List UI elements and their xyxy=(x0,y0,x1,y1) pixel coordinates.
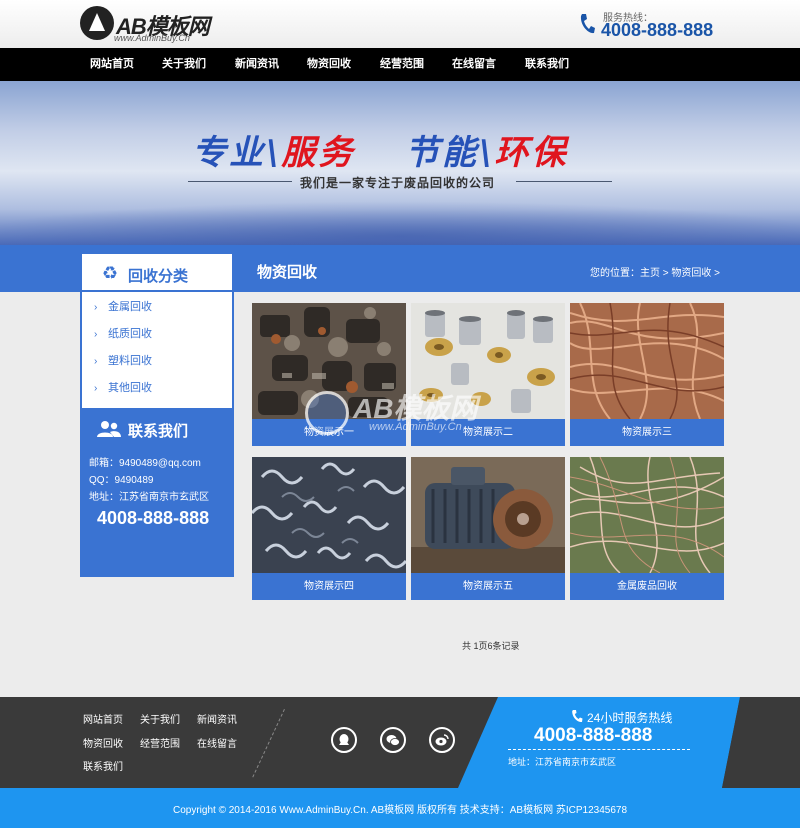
pagination-info: 共 1页6条记录 xyxy=(462,641,520,651)
breadcrumb[interactable]: 您的位置：主页 > 物资回收 > xyxy=(590,264,720,279)
copper-wire-image xyxy=(570,303,724,419)
scrap-metal-image xyxy=(252,303,406,419)
slogan-left-text: 专业\ xyxy=(192,133,282,173)
contact-address: 地址：江苏省南京市玄武区 xyxy=(89,492,209,503)
weibo-icon[interactable] xyxy=(429,727,455,753)
recycle-icon: ♻ xyxy=(102,263,119,283)
section-title: 物资回收 xyxy=(257,264,318,281)
nav-item-recycle[interactable]: 物资回收 xyxy=(307,48,351,81)
slogan-right-red: 环保 xyxy=(494,133,569,173)
category-item-paper[interactable]: › 纸质回收 xyxy=(94,321,224,347)
contact-email: 邮箱：9490489@qq.com xyxy=(89,458,201,469)
category-label: 纸质回收 xyxy=(108,328,152,340)
hero-banner: 专业\服务 节能\环保 我们是一家专注于废品回收的公司 xyxy=(0,81,800,245)
site-header: AB模板网 www.AdminBuy.Cn 服务热线： 4008-888-888 xyxy=(0,0,800,48)
product-card[interactable]: 物资展示二 xyxy=(411,303,565,446)
category-label: 金属回收 xyxy=(108,301,152,313)
slogan-left-red: 服务 xyxy=(281,133,356,173)
product-card[interactable]: 物资展示三 xyxy=(570,303,724,446)
product-label: 物资展示四 xyxy=(304,581,354,592)
footer-hotline-number: 4008-888-888 xyxy=(534,725,653,746)
contact-phone: 4008-888-888 xyxy=(97,508,210,528)
logo-subtitle: www.AdminBuy.Cn xyxy=(114,33,190,43)
category-title: 回收分类 xyxy=(128,268,189,285)
footer-link-contact[interactable]: 联系我们 xyxy=(83,758,123,773)
product-card[interactable]: 金属废品回收 xyxy=(570,457,724,600)
banner-divider-right xyxy=(516,181,612,182)
copyright-text: Copyright © 2014-2016 Www.AdminBuy.Cn. A… xyxy=(173,805,628,816)
footer-link-about[interactable]: 关于我们 xyxy=(140,711,180,726)
chevron-right-icon: › xyxy=(94,302,98,313)
contact-header: 联系我们 xyxy=(96,418,226,442)
category-item-other[interactable]: › 其他回收 xyxy=(94,375,224,401)
nav-item-about[interactable]: 关于我们 xyxy=(162,48,206,81)
footer-link-home[interactable]: 网站首页 xyxy=(83,711,123,726)
nav-item-news[interactable]: 新闻资讯 xyxy=(235,48,279,81)
electric-motor-image xyxy=(411,457,565,573)
footer-address: 地址：江苏省南京市玄武区 xyxy=(508,757,617,767)
category-label: 塑料回收 xyxy=(108,355,152,367)
contact-title: 联系我们 xyxy=(128,423,189,440)
main-nav: 网站首页 关于我们 新闻资讯 物资回收 经营范围 在线留言 联系我们 xyxy=(0,48,800,81)
wechat-icon[interactable] xyxy=(380,727,406,753)
category-label: 其他回收 xyxy=(108,382,152,394)
qq-icon[interactable] xyxy=(331,727,357,753)
product-label: 金属废品回收 xyxy=(617,581,677,592)
footer-hotline-label: 24小时服务热线 xyxy=(587,711,673,725)
category-item-metal[interactable]: › 金属回收 xyxy=(94,294,224,320)
footer-hotline-divider xyxy=(508,749,690,750)
footer-link-recycle[interactable]: 物资回收 xyxy=(83,735,123,750)
copyright-bar: Copyright © 2014-2016 Www.AdminBuy.Cn. A… xyxy=(0,788,800,828)
product-label: 物资展示五 xyxy=(463,581,513,592)
metal-parts-image xyxy=(411,303,565,419)
banner-slogan-left: 专业\服务 xyxy=(192,125,355,174)
category-header: ♻ 回收分类 xyxy=(82,254,232,292)
product-label: 物资展示二 xyxy=(463,427,513,438)
chevron-right-icon: › xyxy=(94,383,98,394)
category-box: ♻ 回收分类 › 金属回收 › 纸质回收 › 塑料回收 › 其他回收 xyxy=(80,252,234,412)
nav-item-home[interactable]: 网站首页 xyxy=(90,48,134,81)
chevron-right-icon: › xyxy=(94,356,98,367)
product-card[interactable]: 物资展示一 xyxy=(252,303,406,446)
product-label: 物资展示三 xyxy=(622,427,672,438)
phone-icon xyxy=(572,710,583,723)
product-card[interactable]: 物资展示四 xyxy=(252,457,406,600)
contact-box: 联系我们 邮箱：9490489@qq.com QQ：9490489 地址：江苏省… xyxy=(80,408,234,577)
banner-slogan-right: 节能\环保 xyxy=(405,125,568,174)
footer-link-scope[interactable]: 经营范围 xyxy=(140,735,180,750)
contact-qq: QQ：9490489 xyxy=(89,475,154,486)
product-card[interactable]: 物资展示五 xyxy=(411,457,565,600)
product-label: 物资展示一 xyxy=(304,427,354,438)
phone-icon xyxy=(580,14,595,34)
header-hotline: 服务热线： 4008-888-888 xyxy=(578,8,718,42)
wire-scrap-image xyxy=(570,457,724,573)
slogan-right-text: 节能\ xyxy=(405,133,495,173)
site-footer: 网站首页 关于我们 新闻资讯 物资回收 经营范围 在线留言 联系我们 24小时服… xyxy=(0,697,800,788)
sidebar: ♻ 回收分类 › 金属回收 › 纸质回收 › 塑料回收 › 其他回收 联系我们 邮箱：9… xyxy=(80,252,234,577)
hotline-number: 4008-888-888 xyxy=(601,20,714,40)
metal-shavings-image xyxy=(252,457,406,573)
banner-divider-left xyxy=(188,181,292,182)
chevron-right-icon: › xyxy=(94,329,98,340)
users-icon xyxy=(97,421,121,437)
nav-item-message[interactable]: 在线留言 xyxy=(452,48,496,81)
banner-subtitle: 我们是一家专注于废品回收的公司 xyxy=(300,176,496,190)
category-item-plastic[interactable]: › 塑料回收 xyxy=(94,348,224,374)
footer-link-news[interactable]: 新闻资讯 xyxy=(197,711,237,726)
site-logo[interactable]: AB模板网 www.AdminBuy.Cn xyxy=(80,6,230,44)
footer-link-message[interactable]: 在线留言 xyxy=(197,735,237,750)
nav-item-scope[interactable]: 经营范围 xyxy=(380,48,424,81)
nav-item-contact[interactable]: 联系我们 xyxy=(525,48,569,81)
logo-mark-icon xyxy=(80,6,114,40)
